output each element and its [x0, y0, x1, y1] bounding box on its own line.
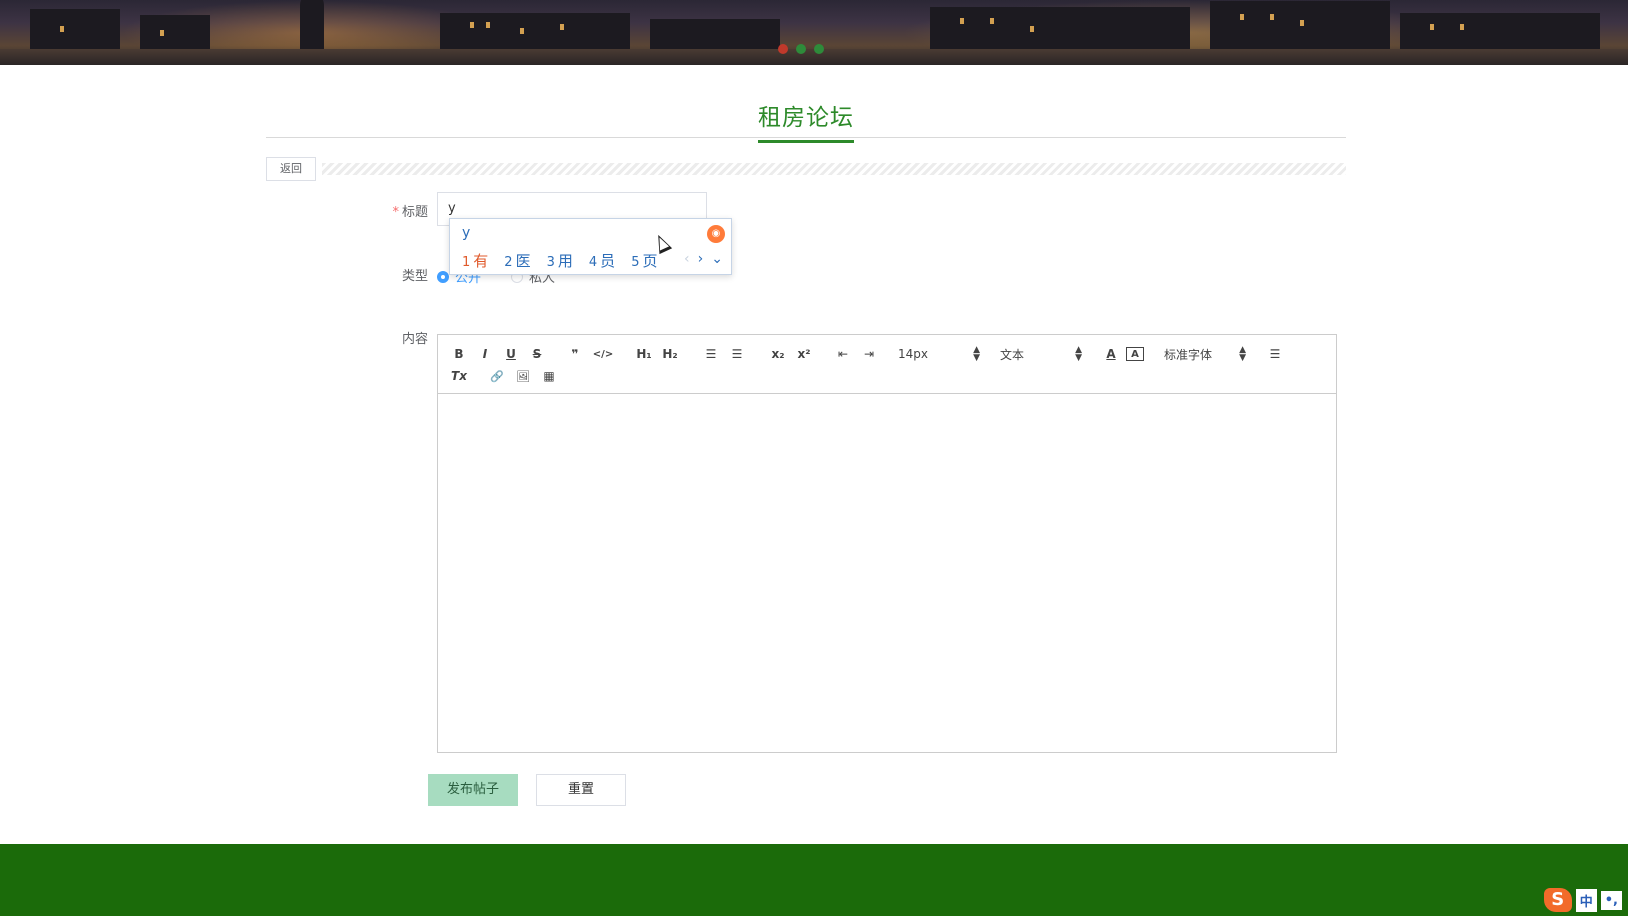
expand-icon[interactable]: ⌄ [711, 251, 723, 267]
ordered-list-button[interactable]: ☰ [702, 344, 720, 364]
footer [0, 844, 1628, 916]
radio-circle [437, 270, 449, 283]
underline-button[interactable]: U [502, 344, 520, 364]
h1-button[interactable]: H₁ [634, 344, 654, 364]
reset-button[interactable]: 重置 [536, 774, 626, 806]
header-select[interactable]: 文本 ▲ ▼ [1000, 344, 1082, 364]
editor-content-area[interactable] [438, 394, 1336, 752]
font-family-value: 标准字体 [1164, 347, 1213, 362]
bullet-list-button[interactable]: ☰ [728, 344, 746, 364]
page-title: 租房论坛 [758, 94, 854, 143]
ime-candidate-popup: y ◉ 1有 2医 3用 4员 5页 ‹ › ⌄ [449, 218, 732, 275]
video-button[interactable]: ▦ [540, 366, 558, 386]
sogou-icon: S [1543, 888, 1572, 912]
ime-page-nav: ‹ › ⌄ [684, 251, 723, 267]
ime-candidate[interactable]: 5页 [631, 250, 657, 271]
sogou-logo-icon[interactable]: ◉ [707, 225, 725, 243]
back-button[interactable]: 返回 [266, 157, 316, 181]
type-label: 类型 [401, 269, 428, 284]
text-color-button[interactable]: A [1102, 344, 1120, 364]
updown-icon: ▲ ▼ [973, 345, 980, 363]
clean-format-button[interactable]: Tx [450, 366, 468, 386]
next-page-icon[interactable]: › [698, 251, 704, 267]
ime-candidate[interactable]: 2医 [504, 250, 530, 271]
ime-punct-indicator[interactable]: •, [1600, 890, 1622, 910]
page-title-bar: 租房论坛 [266, 94, 1346, 143]
bold-button[interactable]: B [450, 344, 468, 364]
publish-button[interactable]: 发布帖子 [428, 774, 518, 806]
superscript-button[interactable]: x² [794, 344, 814, 364]
ime-candidate[interactable]: 3用 [547, 250, 573, 271]
align-button[interactable]: ☰ [1266, 344, 1284, 364]
italic-button[interactable]: I [476, 344, 494, 364]
strike-button[interactable]: S [528, 344, 546, 364]
header-value: 文本 [1000, 347, 1025, 362]
outdent-button[interactable]: ⇤ [834, 344, 852, 364]
ime-mode-indicator[interactable]: 中 [1575, 888, 1597, 912]
background-color-button[interactable]: A [1126, 347, 1144, 361]
font-size-select[interactable]: 14px ▲ ▼ [898, 344, 980, 364]
required-asterisk: * [392, 205, 399, 220]
image-button[interactable]: 🖼 [514, 366, 532, 386]
back-row: 返回 [266, 157, 1346, 181]
header-banner [0, 0, 1628, 65]
link-button[interactable]: 🔗 [488, 366, 506, 386]
h2-button[interactable]: H₂ [660, 344, 680, 364]
ime-composition: y [462, 225, 471, 241]
content-label: 内容 [401, 332, 428, 347]
carousel-indicators [778, 44, 824, 54]
carousel-dot[interactable] [796, 44, 806, 54]
rich-text-editor: B I U S ❞ </> H₁ H₂ ☰ ☰ x₂ x² ⇤ ⇥ 14px ▲ ▼… [437, 334, 1337, 753]
font-size-value: 14px [898, 347, 928, 361]
blockquote-button[interactable]: ❞ [566, 344, 584, 364]
ime-status-bar[interactable]: S 中 •, [1543, 888, 1622, 912]
carousel-dot[interactable] [814, 44, 824, 54]
code-block-button[interactable]: </> [592, 344, 614, 364]
indent-button[interactable]: ⇥ [860, 344, 878, 364]
updown-icon: ▲ ▼ [1075, 345, 1082, 363]
title-label: * 标题 [392, 205, 428, 220]
ime-candidate[interactable]: 1有 [462, 250, 488, 271]
subscript-button[interactable]: x₂ [768, 344, 788, 364]
ime-candidates: 1有 2医 3用 4员 5页 [462, 250, 657, 271]
font-family-select[interactable]: 标准字体 ▲ ▼ [1164, 344, 1246, 364]
carousel-dot[interactable] [778, 44, 788, 54]
updown-icon: ▲ ▼ [1239, 345, 1246, 363]
divider-hatch [322, 163, 1346, 175]
ime-candidate[interactable]: 4员 [589, 250, 615, 271]
prev-page-icon[interactable]: ‹ [684, 251, 690, 267]
editor-toolbar: B I U S ❞ </> H₁ H₂ ☰ ☰ x₂ x² ⇤ ⇥ 14px ▲ ▼… [438, 335, 1336, 394]
